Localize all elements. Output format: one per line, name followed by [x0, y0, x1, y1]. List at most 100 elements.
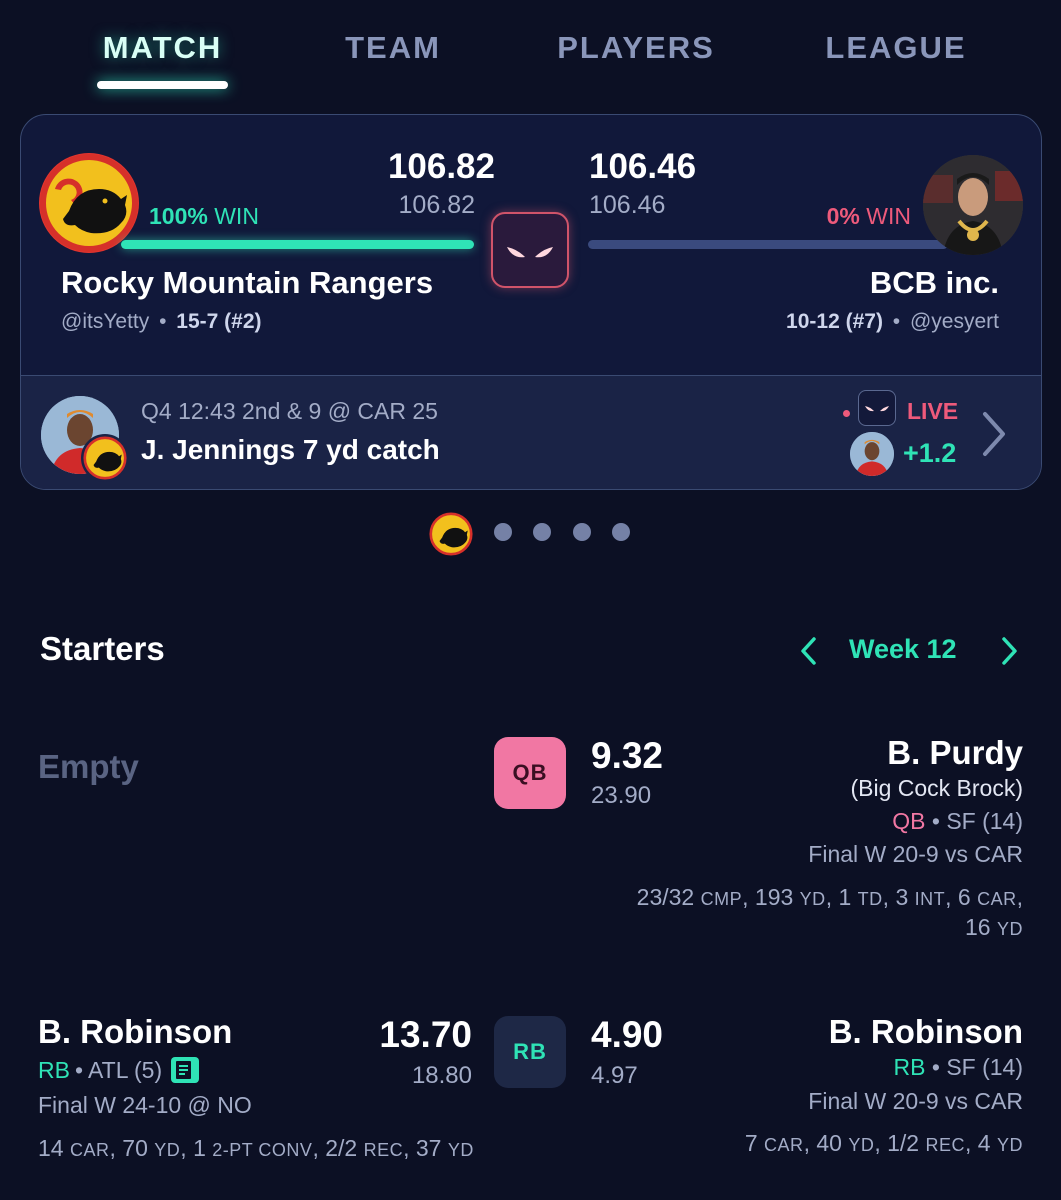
right-player-game: Final W 20-9 vs CAR — [808, 1088, 1023, 1114]
week-selector[interactable]: Week 12 — [849, 634, 957, 665]
stat-value: 14 — [38, 1135, 64, 1161]
left-player-pos: RB — [38, 1056, 70, 1083]
right-player-points: 9.32 — [591, 735, 664, 776]
right-player-pos: RB — [893, 1054, 926, 1080]
home-team-name[interactable]: Rocky Mountain Rangers — [61, 265, 433, 301]
avatar-photo-icon — [923, 155, 1023, 255]
stat-value: 37 — [415, 1135, 442, 1161]
right-player-stats: 23/32 CMP, 193 YD, 1 TD, 3 INT, 6 CAR, — [636, 884, 1023, 910]
stat-unit: YD — [154, 1140, 181, 1160]
right-player-name[interactable]: B. Purdy — [887, 734, 1023, 772]
top-tab-bar: MATCH TEAM PLAYERS LEAGUE — [0, 0, 1061, 100]
tab-players[interactable]: PLAYERS — [555, 30, 717, 66]
pager-dot[interactable] — [494, 523, 512, 541]
position-badge-rb: RB — [494, 1016, 566, 1088]
away-team-name[interactable]: BCB inc. — [870, 265, 999, 301]
bear-logo-icon[interactable] — [429, 512, 473, 556]
stat-unit: YD — [996, 1135, 1023, 1155]
matchup-summary[interactable]: 106.82 106.82 100% WIN Rocky Mountain Ra… — [21, 115, 1041, 375]
pager-dot[interactable] — [612, 523, 630, 541]
separator-dot: • — [931, 1054, 940, 1080]
right-player-stats: 7 CAR, 40 YD, 1/2 REC, 4 YD — [744, 1130, 1023, 1156]
right-player-pos: QB — [892, 808, 926, 834]
chevron-right-icon[interactable] — [977, 410, 1011, 458]
vs-badge-icon — [858, 390, 896, 426]
right-player-position-team: RB • SF (14) — [894, 1054, 1023, 1081]
stat-value: 70 — [122, 1135, 148, 1161]
matchup-card[interactable]: 106.82 106.82 100% WIN Rocky Mountain Ra… — [20, 114, 1042, 490]
tab-team[interactable]: TEAM — [330, 30, 456, 66]
stat-value: 40 — [816, 1130, 842, 1156]
stat-value: 193 — [754, 884, 794, 910]
stat-value: 23/32 — [636, 884, 695, 910]
position-badge-qb: QB — [494, 737, 566, 809]
separator-dot: • — [159, 310, 167, 333]
away-projected-score: 106.46 — [589, 191, 666, 219]
news-icon[interactable] — [170, 1056, 200, 1084]
stat-unit: CAR — [69, 1140, 110, 1160]
stat-unit: YD — [799, 889, 826, 909]
right-player-position-team: QB • SF (14) — [892, 808, 1023, 835]
active-tab-indicator — [97, 81, 228, 89]
right-player-nickname: (Big Cock Brock) — [850, 775, 1023, 801]
stat-unit: REC — [925, 1135, 966, 1155]
stat-value: 2/2 — [325, 1135, 358, 1161]
away-win-word: WIN — [866, 203, 911, 229]
left-player-projected: 18.80 — [411, 1062, 472, 1089]
home-record: 15-7 (#2) — [176, 310, 262, 333]
chevron-right-icon[interactable] — [996, 634, 1022, 668]
left-player-position-team: RB • ATL (5) — [38, 1056, 200, 1084]
left-player-team: ATL (5) — [88, 1056, 163, 1083]
right-player-name[interactable]: B. Robinson — [829, 1013, 1023, 1051]
stat-value: 6 — [957, 884, 971, 910]
starters-title: Starters — [40, 630, 165, 667]
stat-unit: CAR — [977, 889, 1017, 909]
home-score: 106.82 — [387, 147, 495, 186]
tab-league[interactable]: LEAGUE — [820, 30, 972, 66]
pager-dot[interactable] — [533, 523, 551, 541]
right-player-game: Final W 20-9 vs CAR — [808, 841, 1023, 867]
away-win-bar — [588, 240, 948, 249]
stat-value: 7 — [744, 1130, 758, 1156]
left-player-game: Final W 24-10 @ NO — [38, 1092, 252, 1118]
home-team-meta: @itsYetty • 15-7 (#2) — [61, 310, 262, 334]
pager-dot[interactable] — [573, 523, 591, 541]
away-score: 106.46 — [589, 147, 697, 186]
tab-match[interactable]: MATCH — [97, 30, 228, 66]
empty-slot-label[interactable]: Empty — [38, 748, 139, 786]
bear-logo-icon — [81, 434, 129, 482]
stat-unit: YD — [447, 1140, 474, 1160]
left-player-stats: 14 CAR, 70 YD, 1 2-PT CONV, 2/2 REC, 37 … — [38, 1135, 474, 1161]
left-player-name[interactable]: B. Robinson — [38, 1013, 232, 1051]
play-situation: Q4 12:43 2nd & 9 @ CAR 25 — [141, 398, 438, 424]
stat-unit: REC — [363, 1140, 404, 1160]
home-win-bar — [121, 240, 474, 249]
left-player-points: 13.70 — [379, 1014, 472, 1055]
separator-dot: • — [931, 808, 940, 834]
stat-unit: CAR — [764, 1135, 804, 1155]
stat-unit: INT — [914, 889, 946, 909]
right-player-projected: 4.97 — [591, 1062, 638, 1089]
home-projected-score: 106.82 — [398, 191, 475, 219]
right-player-points: 4.90 — [591, 1014, 664, 1055]
play-description: J. Jennings 7 yd catch — [141, 434, 440, 465]
chevron-left-icon[interactable] — [796, 634, 822, 668]
away-record: 10-12 (#7) — [786, 310, 883, 333]
stat-unit: CMP — [700, 889, 743, 909]
bear-logo-icon — [39, 153, 139, 253]
right-player-stats-cont: 16 YD — [965, 914, 1023, 941]
separator-dot: • — [892, 310, 901, 333]
stat-unit: YD — [996, 919, 1023, 939]
live-status: LIVE — [907, 398, 959, 424]
player-photo-icon — [850, 432, 894, 476]
live-play-row[interactable]: Q4 12:43 2nd & 9 @ CAR 25 J. Jennings 7 … — [21, 375, 1041, 489]
matchup-pager — [0, 512, 1061, 556]
home-win-word: WIN — [214, 203, 259, 229]
stat-unit: 2-PT CONV — [212, 1140, 313, 1160]
separator-dot: • — [74, 1056, 84, 1083]
stat-value: 4 — [977, 1130, 991, 1156]
home-handle: @itsYetty — [61, 310, 150, 333]
stat-value: 3 — [895, 884, 909, 910]
stat-unit: YD — [848, 1135, 875, 1155]
away-team-meta: 10-12 (#7) • @yesyert — [786, 310, 999, 334]
